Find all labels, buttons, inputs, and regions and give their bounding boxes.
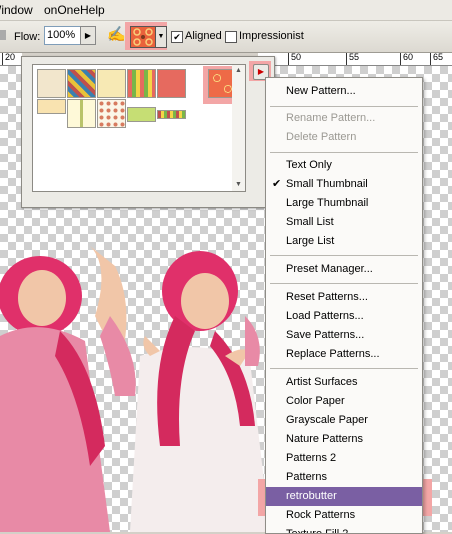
ruler-tick: 55 [346,53,359,65]
menu-item-small-thumbnail[interactable]: ✔ Small Thumbnail [266,175,422,194]
menu-separator [270,152,418,153]
menu-separator [270,368,418,369]
menu-item-save-patterns[interactable]: Save Patterns... [266,326,422,345]
menu-item-rename-pattern: Rename Pattern... [286,112,376,124]
flow-input[interactable]: 100% [44,26,84,45]
menu-item-patterns-2[interactable]: Patterns 2 [266,449,422,468]
menu-item-small-list[interactable]: Small List [266,213,422,232]
chevron-down-icon[interactable]: ▼ [155,26,167,48]
pattern-grid [32,64,243,192]
scroll-up-icon[interactable]: ▲ [232,65,245,77]
menu-item-delete-pattern: Delete Pattern [286,131,357,143]
scroll-down-icon[interactable]: ▼ [232,179,245,191]
airbrush-icon[interactable]: ✍ [107,26,126,44]
pattern-swatch[interactable] [37,69,66,98]
menu-item-color-paper[interactable]: Color Paper [266,392,422,411]
flow-slider-button[interactable]: ▶ [80,26,96,45]
menu-item-large-thumbnail[interactable]: Large Thumbnail [266,194,422,213]
menu-separator [270,283,418,284]
pattern-swatch[interactable] [157,110,186,119]
menu-separator [270,106,418,107]
menu-item-nature-patterns[interactable]: Nature Patterns [266,430,422,449]
menu-separator [270,255,418,256]
aligned-checkbox[interactable]: ✔ [171,31,183,43]
menu-item-rock-patterns[interactable]: Rock Patterns [266,506,422,525]
pattern-swatch[interactable] [67,99,96,128]
pattern-swatch[interactable] [37,99,66,114]
pattern-scrollbar[interactable]: ▲ ▼ [232,64,246,192]
impressionist-checkbox[interactable] [225,31,237,43]
menubar: Window onOne Help [0,0,452,21]
menu-item-new-pattern[interactable]: New Pattern... [266,82,422,101]
options-bar: Flow: 100% ▶ ✍ ▼ ✔ Aligned Impressionist [0,21,452,53]
menu-item-reset-patterns[interactable]: Reset Patterns... [266,288,422,307]
menu-item-texture-fill-2[interactable]: Texture Fill 2 [266,525,422,533]
menu-item-text-only[interactable]: Text Only [266,156,422,175]
flow-label: Flow: [14,31,41,43]
pattern-swatch-button[interactable] [130,26,156,48]
pattern-options-menu: New Pattern... Rename Pattern... Delete … [265,77,423,534]
menu-item-load-patterns[interactable]: Load Patterns... [266,307,422,326]
pattern-picker-panel: ▲ ▼ ▶ [21,56,275,208]
ruler-tick: 20 [2,53,15,65]
aligned-label: Aligned [185,30,222,42]
menu-item-label: Small Thumbnail [286,178,368,190]
menu-item-artist-surfaces[interactable]: Artist Surfaces [266,373,422,392]
ruler-tick: 60 [400,53,413,65]
menu-onone[interactable]: onOne [44,3,80,17]
menu-item-patterns[interactable]: Patterns [266,468,422,487]
retro-pattern-icon [133,28,153,46]
checkmark-icon: ✔ [272,178,282,190]
menu-item-preset-manager[interactable]: Preset Manager... [266,260,422,279]
ruler-tick: 50 [288,53,301,65]
pattern-swatch[interactable] [127,69,156,98]
menu-item-replace-patterns[interactable]: Replace Patterns... [266,345,422,364]
pattern-swatch[interactable] [157,69,186,98]
pattern-swatch[interactable] [67,69,96,98]
impressionist-label: Impressionist [239,30,304,42]
ruler-left: 20 [0,53,22,66]
menu-item-grayscale-paper[interactable]: Grayscale Paper [266,411,422,430]
pattern-swatch[interactable] [97,69,126,98]
menu-item-retrobutter[interactable]: retrobutter [266,487,422,506]
ruler-top: 50 55 60 65 [258,53,452,66]
panel-edge [0,30,6,40]
menu-help[interactable]: Help [80,3,105,17]
pattern-swatch[interactable] [97,99,126,128]
menu-item-large-list[interactable]: Large List [266,232,422,251]
menu-window[interactable]: Window [0,3,33,17]
pattern-swatch[interactable] [127,107,156,122]
ruler-tick: 65 [430,53,443,65]
